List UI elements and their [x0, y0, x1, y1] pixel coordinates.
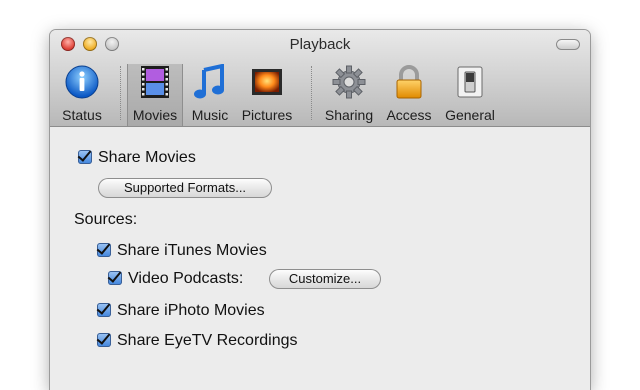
toolbar-access[interactable]: Access [384, 64, 434, 126]
share-movies-checkbox[interactable] [78, 150, 92, 164]
customize-button[interactable]: Customize... [269, 269, 381, 289]
share-itunes-checkbox[interactable] [97, 243, 111, 257]
picture-icon [252, 69, 282, 95]
toolbar-label-access: Access [386, 107, 432, 123]
music-note-icon [194, 64, 224, 99]
info-icon [65, 65, 99, 99]
sources-label: Sources: [74, 211, 138, 228]
switch-icon [457, 66, 483, 98]
title-toolbar: Playback Status Movies Music Pictures Sh… [50, 30, 590, 127]
share-itunes-row: Share iTunes Movies [97, 242, 267, 260]
toolbar-label-status: Status [62, 107, 102, 123]
toolbar-label-general: General [445, 107, 495, 123]
toolbar-pictures[interactable]: Pictures [238, 64, 296, 126]
share-eyetv-row: Share EyeTV Recordings [97, 332, 298, 350]
video-podcasts-row: Video Podcasts: [108, 270, 243, 288]
toolbar-general[interactable]: General [440, 64, 500, 126]
toolbar-toggle-button[interactable] [556, 39, 580, 50]
window-title: Playback [289, 36, 351, 53]
toolbar-sharing[interactable]: Sharing [320, 64, 378, 126]
toolbar-label-sharing: Sharing [324, 107, 374, 123]
gear-icon [332, 65, 366, 99]
lock-icon [396, 65, 422, 99]
toolbar-movies[interactable]: Movies [127, 64, 183, 126]
video-podcasts-label: Video Podcasts: [128, 270, 244, 287]
toolbar-music[interactable]: Music [187, 64, 233, 126]
toolbar-label-movies: Movies [132, 107, 178, 123]
share-itunes-label: Share iTunes Movies [117, 242, 267, 259]
share-eyetv-checkbox[interactable] [97, 333, 111, 347]
toolbar-status[interactable]: Status [58, 64, 106, 126]
share-movies-label: Share Movies [98, 149, 196, 166]
movies-pane: Share Movies Supported Formats... Source… [50, 127, 590, 390]
share-iphoto-label: Share iPhoto Movies [117, 302, 265, 319]
toolbar-label-music: Music [191, 107, 229, 123]
video-podcasts-checkbox[interactable] [108, 271, 122, 285]
film-icon [141, 66, 169, 98]
share-iphoto-checkbox[interactable] [97, 303, 111, 317]
supported-formats-button[interactable]: Supported Formats... [98, 178, 272, 198]
share-movies-row: Share Movies [78, 149, 196, 167]
share-eyetv-label: Share EyeTV Recordings [117, 332, 298, 349]
toolbar-label-pictures: Pictures [241, 107, 293, 123]
preferences-window: Playback Status Movies Music Pictures Sh… [50, 30, 590, 390]
share-iphoto-row: Share iPhoto Movies [97, 302, 265, 320]
